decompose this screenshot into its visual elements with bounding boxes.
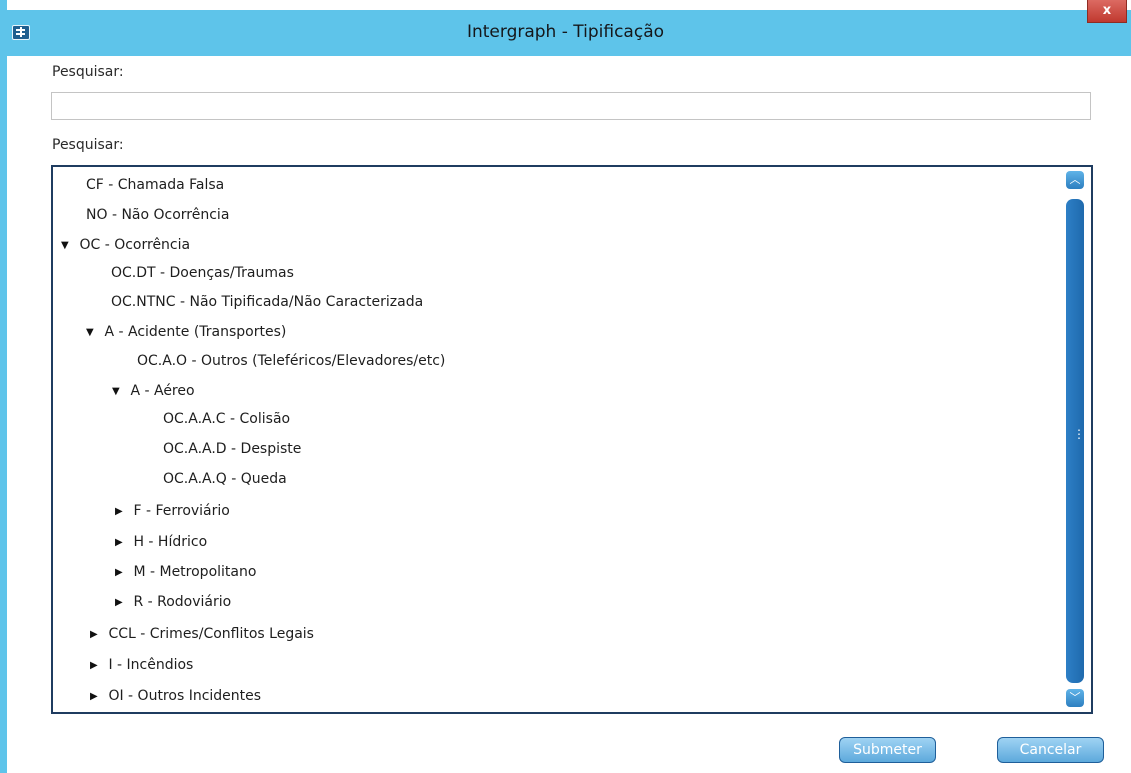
title-bar[interactable]: Intergraph - Tipificação — [0, 10, 1131, 56]
tipificacao-dialog: Intergraph - Tipificação x Pesquisar: Pe… — [0, 0, 1131, 773]
expanded-arrow-icon[interactable]: ▼ — [61, 236, 75, 256]
tree-list: CF - Chamada Falsa NO - Não Ocorrência ▼… — [53, 167, 1058, 712]
tree-item-ccl[interactable]: ▶ CCL - Crimes/Conflitos Legais — [90, 624, 314, 644]
tree-item-oc-ntnc[interactable]: OC.NTNC - Não Tipificada/Não Caracteriza… — [111, 292, 423, 312]
tree-item-label: NO - Não Ocorrência — [86, 207, 230, 223]
tree-item-ferroviario[interactable]: ▶ F - Ferroviário — [115, 501, 230, 521]
tree-item-label: A - Aéreo — [130, 383, 195, 399]
tree-item-no[interactable]: NO - Não Ocorrência — [86, 205, 229, 225]
tree-item-label: M - Metropolitano — [133, 564, 257, 580]
close-button[interactable]: x — [1087, 0, 1127, 23]
tree-item-aereo[interactable]: ▼ A - Aéreo — [112, 381, 195, 401]
tree-item-incendios[interactable]: ▶ I - Incêndios — [90, 655, 193, 675]
tree-item-label: A - Acidente (Transportes) — [104, 324, 287, 340]
chevron-up-icon[interactable]: ︿ — [1066, 171, 1084, 189]
collapsed-arrow-icon[interactable]: ▶ — [90, 625, 104, 645]
tree-item-oc-a-o[interactable]: OC.A.O - Outros (Teleféricos/Elevadores/… — [137, 351, 445, 371]
tree-item-oc[interactable]: ▼ OC - Ocorrência — [61, 235, 190, 255]
tree-item-label: OI - Outros Incidentes — [108, 688, 262, 704]
collapsed-arrow-icon[interactable]: ▶ — [115, 502, 129, 522]
chevron-down-icon[interactable]: ﹀ — [1066, 689, 1084, 707]
tree-item-label: OC.A.A.C - Colisão — [163, 411, 291, 427]
tree-item-label: R - Rodoviário — [133, 594, 232, 610]
scroll-thumb[interactable]: ⋮ — [1066, 199, 1085, 683]
grip-icon: ⋮ — [1073, 427, 1085, 441]
expanded-arrow-icon[interactable]: ▼ — [112, 382, 126, 402]
tree-item-oc-dt[interactable]: OC.DT - Doenças/Traumas — [111, 263, 294, 283]
typification-tree: CF - Chamada Falsa NO - Não Ocorrência ▼… — [51, 165, 1093, 714]
tree-item-label: H - Hídrico — [133, 534, 208, 550]
tree-item-oc-a-a-q[interactable]: OC.A.A.Q - Queda — [163, 469, 287, 489]
tree-item-label: CF - Chamada Falsa — [86, 177, 225, 193]
tree-item-label: OC - Ocorrência — [79, 237, 191, 253]
tree-item-label: OC.NTNC - Não Tipificada/Não Caracteriza… — [111, 294, 424, 310]
collapsed-arrow-icon[interactable]: ▶ — [115, 533, 129, 553]
tree-item-acidente[interactable]: ▼ A - Acidente (Transportes) — [86, 322, 286, 342]
tree-label: Pesquisar: — [52, 137, 124, 153]
search-label: Pesquisar: — [52, 64, 124, 80]
cancel-button[interactable]: Cancelar — [997, 737, 1104, 763]
tree-item-metropolitano[interactable]: ▶ M - Metropolitano — [115, 562, 256, 582]
collapsed-arrow-icon[interactable]: ▶ — [90, 656, 104, 676]
tree-item-label: OC.A.O - Outros (Teleféricos/Elevadores/… — [137, 353, 446, 369]
tree-item-label: OC.A.A.Q - Queda — [163, 471, 287, 487]
tree-item-oi[interactable]: ▶ OI - Outros Incidentes — [90, 686, 261, 706]
collapsed-arrow-icon[interactable]: ▶ — [90, 687, 104, 707]
tree-item-rodoviario[interactable]: ▶ R - Rodoviário — [115, 592, 231, 612]
tree-item-cf[interactable]: CF - Chamada Falsa — [86, 175, 224, 195]
window-left-border — [0, 0, 7, 773]
tree-item-label: OC.DT - Doenças/Traumas — [111, 265, 294, 281]
tree-item-oc-a-a-d[interactable]: OC.A.A.D - Despiste — [163, 439, 301, 459]
tree-item-oc-a-a-c[interactable]: OC.A.A.C - Colisão — [163, 409, 290, 429]
expanded-arrow-icon[interactable]: ▼ — [86, 323, 100, 343]
submit-button[interactable]: Submeter — [839, 737, 936, 763]
tree-item-label: OC.A.A.D - Despiste — [163, 441, 302, 457]
tree-item-label: CCL - Crimes/Conflitos Legais — [108, 626, 314, 642]
window-title: Intergraph - Tipificação — [466, 22, 665, 42]
collapsed-arrow-icon[interactable]: ▶ — [115, 563, 129, 583]
collapsed-arrow-icon[interactable]: ▶ — [115, 593, 129, 613]
tree-scrollbar[interactable]: ︿ ⋮ ﹀ — [1063, 169, 1087, 710]
top-strip — [0, 0, 1131, 10]
tree-item-hidrico[interactable]: ▶ H - Hídrico — [115, 532, 207, 552]
tree-item-label: F - Ferroviário — [133, 503, 230, 519]
search-input[interactable] — [51, 92, 1091, 120]
tree-item-label: I - Incêndios — [108, 657, 194, 673]
